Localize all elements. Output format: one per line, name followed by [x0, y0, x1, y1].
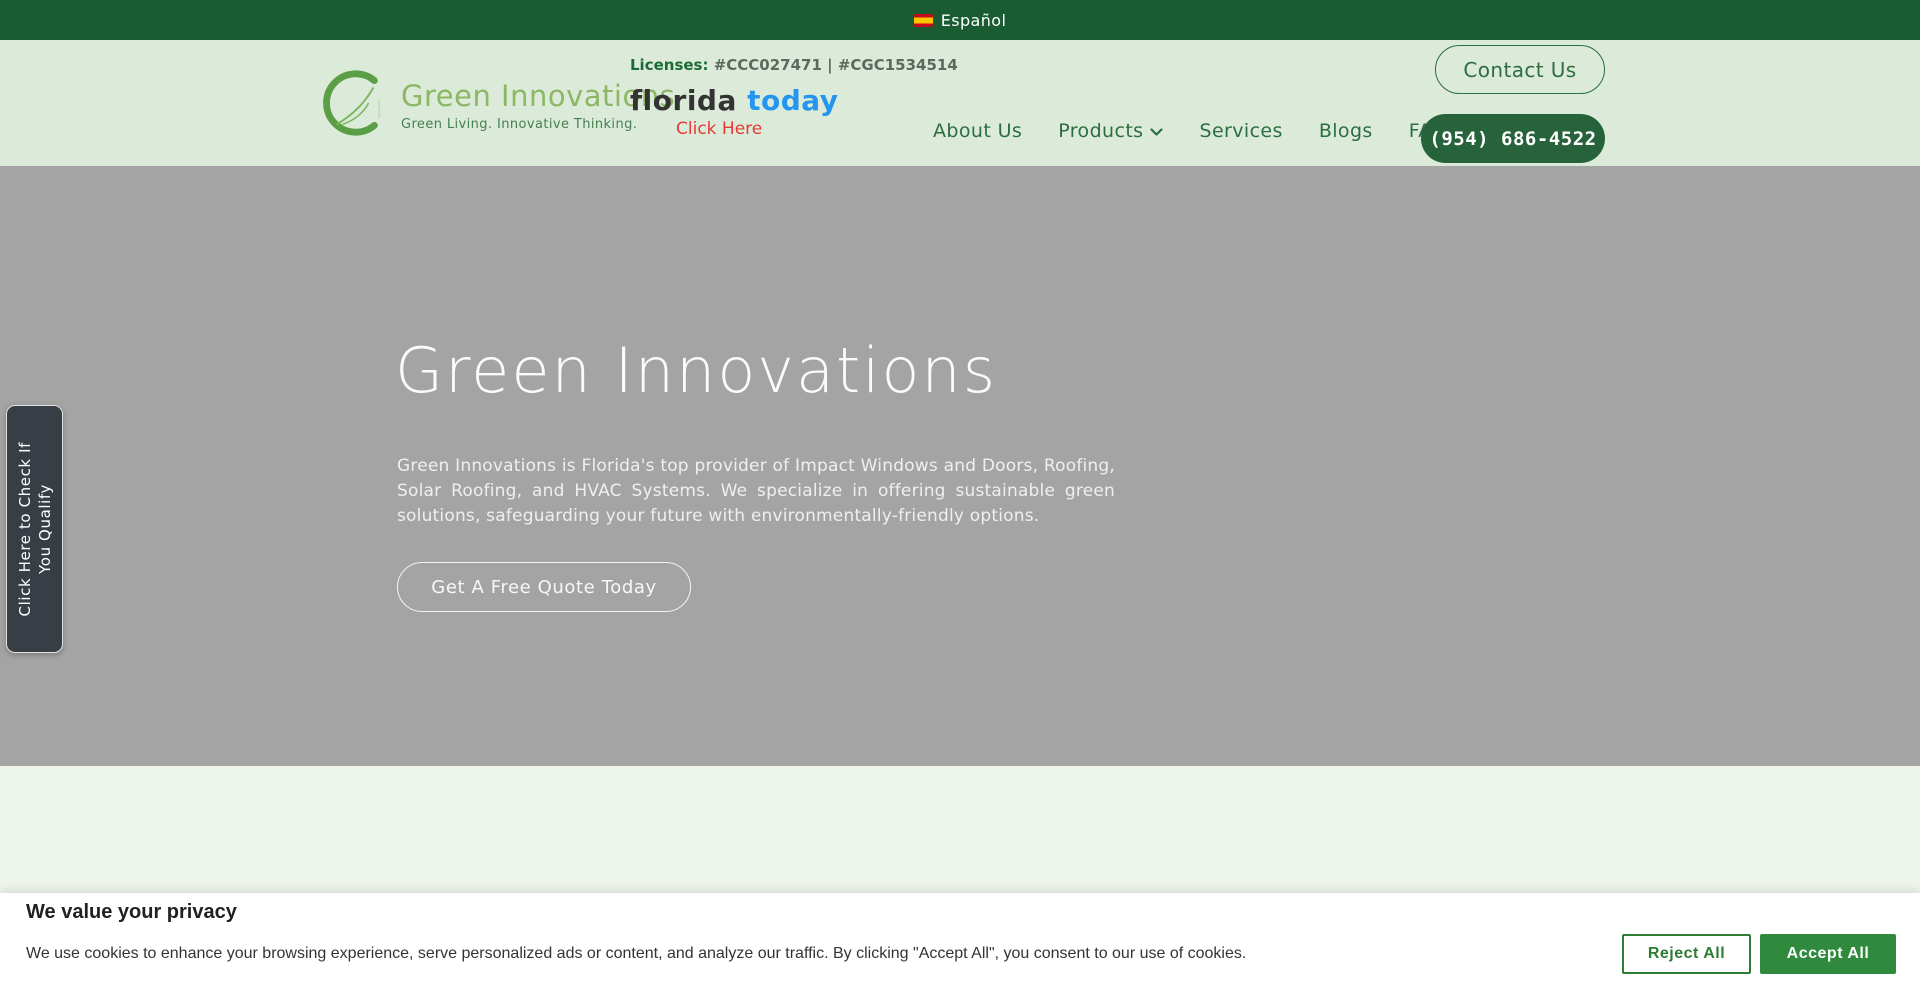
- florida-today-word1: florida: [630, 84, 747, 117]
- qualify-tab-line2: You Qualify: [36, 484, 54, 574]
- nav-blogs-label: Blogs: [1319, 120, 1373, 142]
- nav-services[interactable]: Services: [1199, 120, 1282, 142]
- language-label: Español: [941, 11, 1007, 30]
- hero-container: Green Innovations Green Innovations is F…: [315, 166, 1605, 766]
- florida-today-word2: today: [747, 84, 838, 117]
- header-container: Green Innovations Green Living. Innovati…: [315, 40, 1605, 166]
- cookie-banner-title: We value your privacy: [26, 901, 237, 924]
- hero-description: Green Innovations is Florida's top provi…: [397, 454, 1115, 529]
- logo[interactable]: Green Innovations Green Living. Innovati…: [319, 68, 675, 142]
- nav-about-us-label: About Us: [933, 120, 1022, 142]
- licenses-line: Licenses: #CCC027471 | #CGC1534514: [630, 56, 890, 74]
- licenses-value: #CCC027471 | #CGC1534514: [714, 56, 958, 74]
- header-buttons: Contact Us (954) 686-4522: [1421, 45, 1605, 163]
- page: Español Green Innovations Green Living. …: [0, 0, 1920, 993]
- get-free-quote-button[interactable]: Get A Free Quote Today: [397, 562, 691, 612]
- press-click-here-link[interactable]: Click Here: [676, 119, 890, 139]
- top-language-bar: Español: [0, 0, 1920, 40]
- hero-title: Green Innovations: [395, 334, 997, 407]
- reject-all-button[interactable]: Reject All: [1622, 934, 1751, 974]
- licenses-label: Licenses:: [630, 56, 714, 74]
- cookie-banner-message: We use cookies to enhance your browsing …: [26, 945, 1306, 963]
- contact-us-button[interactable]: Contact Us: [1435, 45, 1605, 94]
- accept-all-button[interactable]: Accept All: [1760, 934, 1896, 974]
- phone-number-button[interactable]: (954) 686-4522: [1421, 114, 1605, 163]
- nav-products[interactable]: Products: [1058, 120, 1163, 142]
- nav-products-label: Products: [1058, 120, 1143, 142]
- nav-about-us[interactable]: About Us: [933, 120, 1022, 142]
- leaf-logo-icon: [319, 68, 389, 142]
- qualify-tab-line1: Click Here to Check If: [16, 442, 34, 617]
- nav-services-label: Services: [1199, 120, 1282, 142]
- cookie-consent-banner: We value your privacy We use cookies to …: [0, 893, 1920, 993]
- site-header: Green Innovations Green Living. Innovati…: [0, 40, 1920, 166]
- language-switcher[interactable]: Español: [914, 11, 1007, 30]
- spain-flag-icon: [914, 14, 933, 27]
- cookie-banner-buttons: Reject All Accept All: [1622, 934, 1896, 974]
- chevron-down-icon: [1150, 120, 1163, 142]
- main-nav: About Us Products Services Blogs FAQs: [933, 120, 1457, 142]
- nav-blogs[interactable]: Blogs: [1319, 120, 1373, 142]
- press-block: Licenses: #CCC027471 | #CGC1534514 flori…: [630, 56, 890, 139]
- hero-section: Green Innovations Green Innovations is F…: [0, 166, 1920, 766]
- qualify-check-tab[interactable]: Click Here to Check If You Qualify: [6, 405, 63, 653]
- florida-today-logo: florida today: [630, 84, 890, 117]
